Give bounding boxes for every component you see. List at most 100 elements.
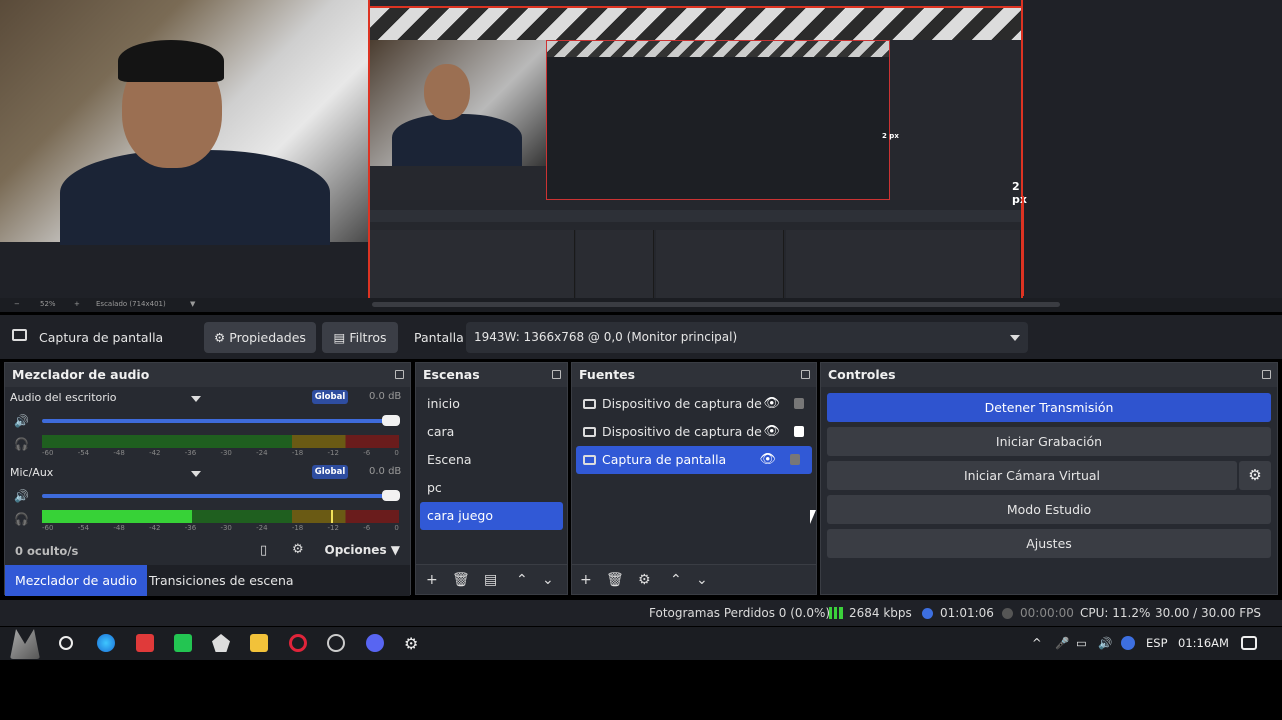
- meter-tick-label: -42: [149, 524, 161, 532]
- scenes-list: inicio cara Escena pc cara juego: [416, 387, 567, 530]
- chevron-down-icon[interactable]: ⌄: [542, 572, 554, 588]
- channel-name-desktop: Audio del escritorio: [10, 391, 117, 404]
- screen-select[interactable]: 1943W: 1366x768 @ 0,0 (Monitor principal…: [466, 322, 1028, 353]
- stop-stream-button[interactable]: Detener Transmisión: [827, 393, 1271, 422]
- cpu-usage: CPU: 11.2%: [1080, 606, 1151, 620]
- chevron-up-icon[interactable]: ⌃: [516, 572, 528, 588]
- virtual-camera-settings-gear-icon[interactable]: ⚙: [1239, 461, 1271, 490]
- filters-button[interactable]: ▤ Filtros: [322, 322, 398, 353]
- trash-icon[interactable]: 🗑: [606, 572, 624, 588]
- filter-icon[interactable]: ▤: [484, 572, 497, 588]
- tray-chevron-up-icon[interactable]: ^: [1032, 636, 1042, 650]
- meter-tick-label: -36: [184, 524, 197, 532]
- slider-knob[interactable]: [382, 490, 400, 501]
- fps: 30.00 / 30.00 FPS: [1155, 606, 1261, 620]
- slider-knob[interactable]: [382, 415, 400, 426]
- preview-canvas[interactable]: 2 px 2 px: [0, 0, 1282, 298]
- source-item[interactable]: Dispositivo de captura de vic 👁: [572, 390, 816, 418]
- app-store-icon[interactable]: [212, 634, 230, 652]
- meter-tick-label: -54: [77, 449, 90, 457]
- settings-button[interactable]: Ajustes: [827, 529, 1271, 558]
- chevron-up-icon[interactable]: ⌃: [670, 572, 682, 588]
- channel-menu-icon[interactable]: [191, 396, 201, 402]
- trash-icon[interactable]: 🗑: [452, 572, 470, 588]
- tab-audio-mixer[interactable]: Mezclador de audio: [5, 565, 147, 596]
- eye-icon[interactable]: 👁: [763, 390, 780, 418]
- monitor-headphones-icon[interactable]: 🎧: [14, 437, 29, 451]
- sources-toolbar: + 🗑 ⚙ ⌃ ⌄: [572, 564, 816, 594]
- start-logo-icon[interactable]: [10, 629, 40, 659]
- language-indicator[interactable]: ESP: [1146, 636, 1168, 650]
- properties-button[interactable]: ⚙ Propiedades: [204, 322, 316, 353]
- undock-icon[interactable]: [1262, 370, 1271, 379]
- audio-mixer-dock: Mezclador de audio Audio del escritorio …: [4, 362, 411, 596]
- undock-icon[interactable]: [552, 370, 561, 379]
- lock-icon[interactable]: [794, 426, 804, 437]
- volume-slider-desktop[interactable]: [42, 415, 400, 426]
- tray-app-icon[interactable]: [1121, 636, 1135, 650]
- lock-icon[interactable]: [790, 454, 800, 465]
- status-bar: Fotogramas Perdidos 0 (0.0%) 2684 kbps 0…: [0, 600, 1282, 626]
- channel-menu-icon[interactable]: [191, 471, 201, 477]
- start-recording-button[interactable]: Iniciar Grabación: [827, 427, 1271, 456]
- edge-browser-icon[interactable]: [97, 634, 115, 652]
- scene-item[interactable]: cara: [416, 418, 567, 446]
- volume-icon[interactable]: 🔊: [1098, 636, 1112, 650]
- scene-item[interactable]: Escena: [416, 446, 567, 474]
- scale-dropdown-icon[interactable]: ▼: [190, 300, 195, 308]
- signal-icon: [829, 607, 843, 619]
- undock-icon[interactable]: [395, 370, 404, 379]
- scene-item[interactable]: pc: [416, 474, 567, 502]
- network-icon[interactable]: ▭: [1076, 636, 1087, 650]
- eye-icon[interactable]: 👁: [759, 446, 776, 474]
- search-icon[interactable]: [59, 636, 73, 650]
- dimension-label-outer: 2 px: [1012, 180, 1027, 206]
- audio-mixer-title: Mezclador de audio: [5, 363, 410, 387]
- nested-obs-ui: [370, 200, 1021, 298]
- eye-icon[interactable]: 👁: [763, 418, 780, 446]
- chevron-down-icon[interactable]: ⌄: [696, 572, 708, 588]
- camera-icon: [583, 399, 596, 409]
- stream-time: 01:01:06: [940, 606, 994, 620]
- gear-icon[interactable]: ⚙: [638, 572, 651, 588]
- mouse-cursor: [810, 510, 816, 524]
- undock-icon[interactable]: [801, 370, 810, 379]
- volume-slider-mic[interactable]: [42, 490, 400, 501]
- scale-label: Escalado (714x401): [96, 300, 166, 308]
- options-button[interactable]: Opciones ▼: [325, 543, 401, 557]
- clock[interactable]: 01:16AM: [1178, 636, 1229, 650]
- screen-capture-source[interactable]: 2 px 2 px: [368, 0, 1027, 298]
- tab-scene-transitions[interactable]: Transiciones de escena: [139, 565, 304, 596]
- microphone-icon[interactable]: 🎤: [1055, 636, 1069, 650]
- preview-scrollbar[interactable]: [372, 302, 1060, 307]
- webcam-feed: [0, 0, 368, 245]
- app-red-icon[interactable]: [136, 634, 154, 652]
- folder-icon[interactable]: [250, 634, 268, 652]
- dropped-frames: Fotogramas Perdidos 0 (0.0%): [649, 606, 831, 620]
- source-item-selected[interactable]: Captura de pantalla 👁: [576, 446, 812, 474]
- speaker-icon[interactable]: 🔊: [14, 414, 29, 428]
- obs-icon[interactable]: [327, 634, 345, 652]
- opera-icon[interactable]: [289, 634, 307, 652]
- notifications-icon[interactable]: [1241, 636, 1257, 650]
- scene-item[interactable]: inicio: [416, 390, 567, 418]
- zoom-in-button[interactable]: +: [74, 300, 80, 308]
- lock-icon[interactable]: [794, 398, 804, 409]
- start-virtual-camera-button[interactable]: Iniciar Cámara Virtual: [827, 461, 1237, 490]
- add-icon[interactable]: +: [580, 572, 592, 588]
- advanced-audio-icon[interactable]: ⚙: [292, 542, 304, 557]
- monitor-headphones-icon[interactable]: 🎧: [14, 512, 29, 526]
- app-green-icon[interactable]: [174, 634, 192, 652]
- meter-tick-label: -30: [220, 449, 232, 457]
- discord-icon[interactable]: [366, 634, 384, 652]
- settings-gear-icon[interactable]: ⚙: [404, 634, 422, 653]
- zoom-out-button[interactable]: −: [14, 300, 20, 308]
- studio-mode-button[interactable]: Modo Estudio: [827, 495, 1271, 524]
- meter-tick-label: -30: [220, 524, 232, 532]
- add-icon[interactable]: +: [426, 572, 438, 588]
- speaker-icon[interactable]: 🔊: [14, 489, 29, 503]
- source-item[interactable]: Dispositivo de captura de vic 👁: [572, 418, 816, 446]
- scene-item-selected[interactable]: cara juego: [420, 502, 563, 530]
- bitrate: 2684 kbps: [849, 606, 912, 620]
- layout-icon[interactable]: ▯: [260, 543, 267, 558]
